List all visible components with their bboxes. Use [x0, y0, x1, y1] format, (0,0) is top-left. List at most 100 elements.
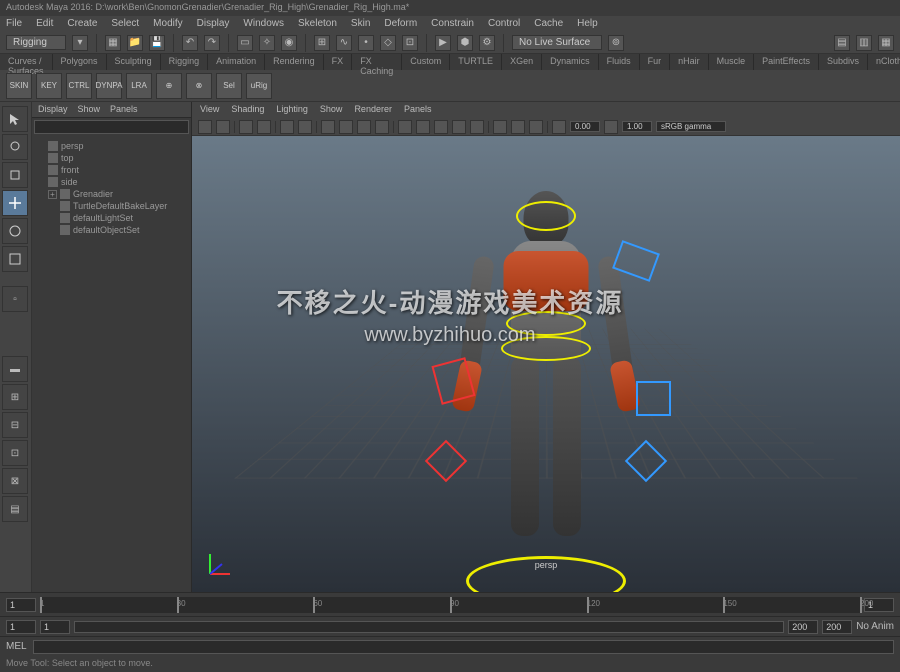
- shelf-tab-turtle[interactable]: TURTLE: [450, 54, 502, 70]
- layout-single-icon[interactable]: ▬: [2, 356, 28, 382]
- vp-2d-zoom-icon[interactable]: [280, 120, 294, 134]
- new-scene-icon[interactable]: ▦: [105, 35, 121, 51]
- shelf-item-skin[interactable]: SKIN: [6, 73, 32, 99]
- vp-smooth-shade-icon[interactable]: [416, 120, 430, 134]
- outliner-item-top[interactable]: top: [36, 152, 187, 164]
- time-slider[interactable]: 1 1306090120150200 1: [0, 592, 900, 616]
- shelf-item-sel[interactable]: Sel: [216, 73, 242, 99]
- outliner-item-turtledefaultbakelayer[interactable]: TurtleDefaultBakeLayer: [36, 200, 187, 212]
- vp-menu-view[interactable]: View: [200, 104, 219, 116]
- shelf-tab-polygons[interactable]: Polygons: [53, 54, 107, 70]
- select-mode-icon[interactable]: ▭: [237, 35, 253, 51]
- shelf-tab-fxcaching[interactable]: FX Caching: [352, 54, 402, 70]
- menu-select[interactable]: Select: [111, 18, 139, 30]
- vp-wireframe-icon[interactable]: [398, 120, 412, 134]
- layout-two-v-icon[interactable]: ⊡: [2, 440, 28, 466]
- command-input[interactable]: [33, 640, 894, 654]
- menu-edit[interactable]: Edit: [36, 18, 53, 30]
- rotate-tool[interactable]: [2, 218, 28, 244]
- vp-image-plane-icon[interactable]: [257, 120, 271, 134]
- vp-textured-icon[interactable]: [434, 120, 448, 134]
- outliner-tree[interactable]: persptopfrontside+GrenadierTurtleDefault…: [32, 136, 191, 592]
- menu-create[interactable]: Create: [67, 18, 97, 30]
- vp-exposure-icon[interactable]: [552, 120, 566, 134]
- vp-menu-shading[interactable]: Shading: [231, 104, 264, 116]
- shelf-tab-animation[interactable]: Animation: [208, 54, 265, 70]
- range-end-outer[interactable]: 200: [822, 620, 852, 634]
- vp-xray-icon[interactable]: [511, 120, 525, 134]
- toggle-channel-icon[interactable]: ▤: [834, 35, 850, 51]
- vp-xray-joints-icon[interactable]: [529, 120, 543, 134]
- menu-skeleton[interactable]: Skeleton: [298, 18, 337, 30]
- select-tool[interactable]: [2, 106, 28, 132]
- menu-windows[interactable]: Windows: [243, 18, 284, 30]
- vp-resolution-gate-icon[interactable]: [357, 120, 371, 134]
- shelf-item-ctrl[interactable]: CTRL: [66, 73, 92, 99]
- outliner-search-input[interactable]: [34, 120, 189, 134]
- ts-start-field[interactable]: 1: [6, 598, 36, 612]
- toggle-attr-icon[interactable]: ▦: [878, 35, 894, 51]
- vp-lights-icon[interactable]: [452, 120, 466, 134]
- layout-outliner-icon[interactable]: ▤: [2, 496, 28, 522]
- shelf-item-urig[interactable]: uRig: [246, 73, 272, 99]
- shelf-tab-painteffects[interactable]: PaintEffects: [754, 54, 819, 70]
- shelf-item-dynpa[interactable]: DYNPA: [96, 73, 122, 99]
- undo-icon[interactable]: ↶: [182, 35, 198, 51]
- vp-grid-icon[interactable]: [321, 120, 335, 134]
- live-surface-field[interactable]: No Live Surface: [512, 35, 602, 50]
- render-settings-icon[interactable]: ⚙: [479, 35, 495, 51]
- vp-gate-mask-icon[interactable]: [375, 120, 389, 134]
- range-end-inner[interactable]: 200: [788, 620, 818, 634]
- shelf-tab-subdivs[interactable]: Subdivs: [819, 54, 868, 70]
- range-track[interactable]: [74, 621, 784, 633]
- shelf-tab-nhair[interactable]: nHair: [670, 54, 709, 70]
- outliner-item-side[interactable]: side: [36, 176, 187, 188]
- vp-film-gate-icon[interactable]: [339, 120, 353, 134]
- outliner-item-persp[interactable]: persp: [36, 140, 187, 152]
- menu-control[interactable]: Control: [488, 18, 520, 30]
- exposure-value[interactable]: 0.00: [570, 121, 600, 132]
- lasso-icon[interactable]: ✧: [259, 35, 275, 51]
- colorspace-dropdown[interactable]: sRGB gamma: [656, 121, 726, 132]
- snap-surface-icon[interactable]: ⊡: [402, 35, 418, 51]
- save-scene-icon[interactable]: 💾: [149, 35, 165, 51]
- vp-gamma-icon[interactable]: [604, 120, 618, 134]
- module-selector[interactable]: Rigging: [6, 35, 66, 50]
- snap-point-icon[interactable]: •: [358, 35, 374, 51]
- dropdown-arrow-icon[interactable]: ▾: [72, 35, 88, 51]
- redo-icon[interactable]: ↷: [204, 35, 220, 51]
- shelf-tab-fluids[interactable]: Fluids: [599, 54, 640, 70]
- outliner-item-grenadier[interactable]: +Grenadier: [36, 188, 187, 200]
- cmd-lang-label[interactable]: MEL: [6, 641, 27, 652]
- outliner-menu-show[interactable]: Show: [78, 104, 101, 115]
- scale-tool[interactable]: [2, 246, 28, 272]
- shelf-tab-fur[interactable]: Fur: [640, 54, 671, 70]
- menu-help[interactable]: Help: [577, 18, 598, 30]
- snap-plane-icon[interactable]: ◇: [380, 35, 396, 51]
- menu-skin[interactable]: Skin: [351, 18, 370, 30]
- time-slider-track[interactable]: 1306090120150200: [40, 597, 860, 613]
- shelf-tab-custom[interactable]: Custom: [402, 54, 450, 70]
- range-slider[interactable]: 1 1 200 200 No Anim: [0, 616, 900, 636]
- shelf-tab-curvessurfaces[interactable]: Curves / Surfaces: [0, 54, 53, 70]
- menu-constrain[interactable]: Constrain: [431, 18, 474, 30]
- shelf-tab-dynamics[interactable]: Dynamics: [542, 54, 599, 70]
- vp-menu-lighting[interactable]: Lighting: [276, 104, 308, 116]
- menu-file[interactable]: File: [6, 18, 22, 30]
- menu-deform[interactable]: Deform: [384, 18, 417, 30]
- move-tool[interactable]: [2, 190, 28, 216]
- outliner-item-front[interactable]: front: [36, 164, 187, 176]
- vp-menu-renderer[interactable]: Renderer: [354, 104, 392, 116]
- shelf-tab-ncloth[interactable]: nCloth: [868, 54, 900, 70]
- range-start-inner[interactable]: 1: [40, 620, 70, 634]
- shelf-item-lra[interactable]: LRA: [126, 73, 152, 99]
- menu-display[interactable]: Display: [197, 18, 230, 30]
- last-tool[interactable]: ▫: [2, 286, 28, 312]
- lasso-tool[interactable]: [2, 134, 28, 160]
- shelf-item-⊗[interactable]: ⊗: [186, 73, 212, 99]
- snap-grid-icon[interactable]: ⊞: [314, 35, 330, 51]
- toggle-tool-icon[interactable]: ▥: [856, 35, 872, 51]
- vp-select-camera-icon[interactable]: [198, 120, 212, 134]
- outliner-item-defaultlightset[interactable]: defaultLightSet: [36, 212, 187, 224]
- magnet-icon[interactable]: ⊚: [608, 35, 624, 51]
